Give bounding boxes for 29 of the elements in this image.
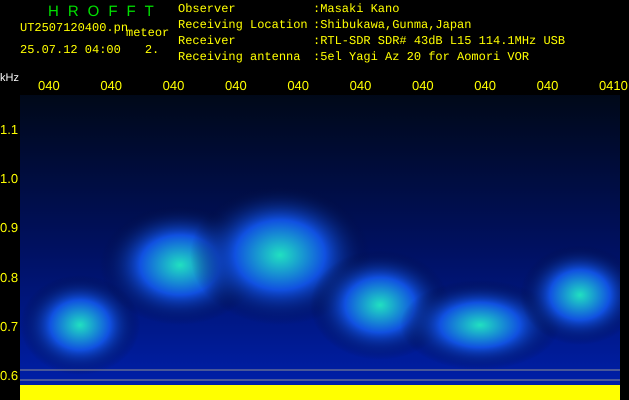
axis-label: 1.1 (0, 123, 18, 137)
info-label: Receiving Location (178, 20, 309, 34)
time-label: 040 (100, 78, 122, 93)
time-label: 040 (474, 78, 496, 93)
time-label: 040 (536, 78, 558, 93)
axis-label: 0.6 (0, 368, 18, 383)
axis-label: 0.8 (0, 270, 18, 285)
app-title: HROFFT (47, 4, 164, 20)
axis-label: 1.0 (0, 172, 18, 186)
mode-label: meteor (126, 26, 170, 42)
info-value: :RTL-SDR SDR# 43dB L15 114.1MHz USB (313, 36, 566, 50)
time-label: 040 (224, 78, 247, 93)
info-label: Receiving antenna (178, 52, 302, 66)
axis-label: 0.7 (0, 320, 18, 334)
time-label: 040 (412, 78, 434, 93)
axis-unit: kHz (0, 72, 19, 84)
time-label: 040 (38, 78, 60, 93)
info-value: :Masaki Kano (313, 4, 400, 18)
time-label: 040 (287, 78, 310, 93)
info-label: Receiver (178, 36, 237, 50)
time-label: 040 (350, 78, 372, 93)
time-label: 0410 (598, 78, 628, 93)
info-value: :5el Yagi Az 20 for Aomori VOR (313, 52, 530, 66)
info-label: Observer (178, 4, 237, 18)
date-time: 25.07.12 04:00 (20, 42, 121, 59)
value-label: 2. (144, 42, 160, 59)
axis-label: 0.9 (0, 221, 18, 236)
info-value: :Shibukawa,Gunma,Japan (313, 20, 472, 34)
time-label: 040 (162, 78, 184, 93)
